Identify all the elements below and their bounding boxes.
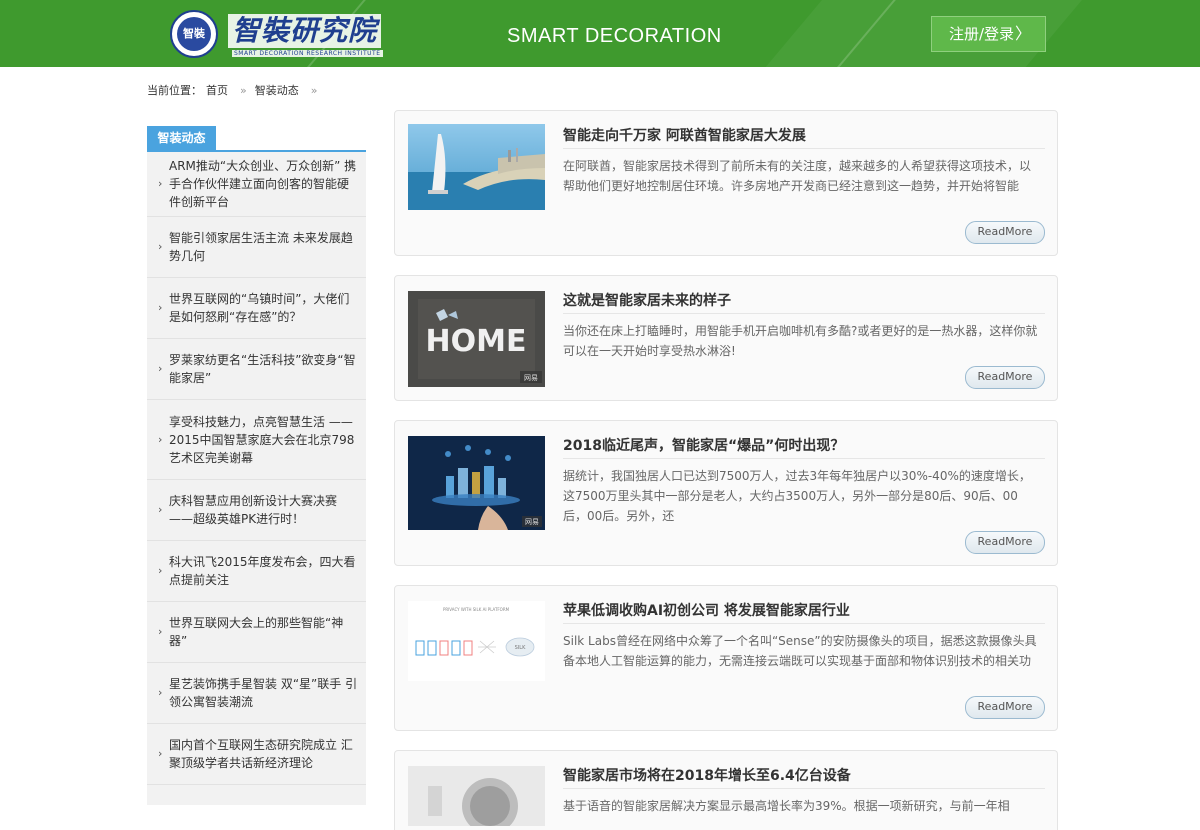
sidebar-news-link[interactable]: 世界互联网大会上的那些智能“神器”	[169, 614, 360, 650]
sidebar-header: 智装动态	[147, 110, 366, 152]
bullet-icon: ›	[158, 240, 163, 253]
sidebar-news-link[interactable]: 国内首个互联网生态研究院成立 汇聚顶级学者共话新经济理论	[169, 736, 360, 772]
article-summary: 据统计，我国独居人口已达到7500万人，过去3年每年独居户以30%-40%的速度…	[563, 469, 1031, 523]
sidebar-news-link[interactable]: 科大讯飞2015年度发布会，四大看点提前关注	[169, 553, 360, 589]
thumbnail-silk-text: SILK	[515, 645, 526, 651]
article-divider	[563, 148, 1045, 149]
bullet-icon: ›	[158, 625, 163, 638]
sidebar-news-item[interactable]: › 庆科智慧应用创新设计大赛决赛 ——超级英雄PK进行时！	[147, 480, 366, 541]
bullet-icon: ›	[158, 564, 163, 577]
sidebar-news-item[interactable]: › 国内首个互联网生态研究院成立 汇聚顶级学者共话新经济理论	[147, 724, 366, 785]
sidebar-news-item[interactable]: › ARM推动“大众创业、万众创新” 携手合作伙伴建立面向创客的智能硬件创新平台	[147, 152, 366, 217]
article-card: 网易 2018临近尾声，智能家居“爆品”何时出现？ 据统计，我国独居人口已达到7…	[394, 420, 1058, 566]
breadcrumb-home-link[interactable]: 首页	[206, 84, 228, 97]
article-title[interactable]: 智能家居市场将在2018年增长至6.4亿台设备	[563, 765, 851, 785]
sidebar-news-link[interactable]: 星艺装饰携手星智装 双“星”联手 引领公寓智装潮流	[169, 675, 360, 711]
sidebar: 智装动态 › ARM推动“大众创业、万众创新” 携手合作伙伴建立面向创客的智能硬件…	[147, 110, 366, 805]
bullet-icon: ›	[158, 686, 163, 699]
breadcrumb-separator-icon: »	[310, 84, 318, 97]
logo-badge-icon: 智裝	[170, 10, 218, 58]
sidebar-news-link[interactable]: 智能引领家居生活主流 未来发展趋势几何	[169, 229, 360, 265]
sidebar-news-item[interactable]: › 世界互联网的“乌镇时间”，大佬们是如何怒刷“存在感”的？	[147, 278, 366, 339]
chevron-right-icon: 〉	[1014, 24, 1031, 43]
sidebar-news-link[interactable]: 罗莱家纺更名“生活科技”欲变身“智能家居”	[169, 351, 360, 387]
article-card: PRIVACY WITH SILK AI PLATFORM SILK 苹果低调收…	[394, 585, 1058, 731]
bullet-icon: ›	[158, 177, 163, 190]
article-thumbnail[interactable]: PRIVACY WITH SILK AI PLATFORM SILK	[408, 601, 545, 681]
readmore-button[interactable]: ReadMore	[965, 221, 1045, 244]
header-decor	[704, 0, 1116, 67]
article-card: HOME 网易 这就是智能家居未来的样子 当你还在床上打瞌睡时，用智能手机开启咖…	[394, 275, 1058, 401]
sidebar-news-link[interactable]: 世界互联网的“乌镇时间”，大佬们是如何怒刷“存在感”的？	[169, 290, 360, 326]
sidebar-news-link[interactable]: ARM推动“大众创业、万众创新” 携手合作伙伴建立面向创客的智能硬件创新平台	[169, 157, 360, 211]
sidebar-news-item[interactable]: › 罗莱家纺更名“生活科技”欲变身“智能家居”	[147, 339, 366, 400]
article-summary: Silk Labs曾经在网络中众筹了一个名叫“Sense”的安防摄像头的项目，据…	[563, 634, 1037, 668]
article-title[interactable]: 智能走向千万家 阿联酋智能家居大发展	[563, 125, 806, 145]
breadcrumb: 当前位置： 首页 » 智装动态 »	[147, 82, 325, 98]
article-card: 智能走向千万家 阿联酋智能家居大发展 在阿联酋，智能家居技术得到了前所未有的关注…	[394, 110, 1058, 256]
sidebar-news-link[interactable]: 庆科智慧应用创新设计大赛决赛 ——超级英雄PK进行时！	[169, 492, 360, 528]
sidebar-heading: 智装动态	[147, 126, 216, 150]
site-header: 智裝 智裝研究院 SMART DECORATION RESEARCH INSTI…	[0, 0, 1200, 67]
thumbnail-home-text: HOME	[426, 324, 527, 359]
sidebar-news-item[interactable]: › 智能引领家居生活主流 未来发展趋势几何	[147, 217, 366, 278]
bullet-icon: ›	[158, 503, 163, 516]
login-register-button[interactable]: 注册/登录 〉	[931, 16, 1046, 52]
bullet-icon: ›	[158, 301, 163, 314]
logo-text: 智裝研究院	[228, 14, 382, 48]
thumbnail-caption: PRIVACY WITH SILK AI PLATFORM	[443, 607, 510, 612]
article-summary: 当你还在床上打瞌睡时，用智能手机开启咖啡机有多酷?或者更好的是一热水器，这样你就…	[563, 324, 1038, 358]
sidebar-news-item[interactable]: › 享受科技魅力，点亮智慧生活 ——2015中国智慧家庭大会在北京798艺术区完美…	[147, 400, 366, 480]
article-summary: 基于语音的智能家居解决方案显示最高增长率为39%。根据一项新研究，与前一年相	[563, 799, 1010, 813]
article-title[interactable]: 苹果低调收购AI初创公司 将发展智能家居行业	[563, 600, 850, 620]
breadcrumb-prefix: 当前位置：	[147, 84, 202, 97]
article-divider	[563, 623, 1045, 624]
header-title: SMART DECORATION	[507, 25, 722, 47]
sidebar-news-item[interactable]: › 世界互联网大会上的那些智能“神器”	[147, 602, 366, 663]
sidebar-news-item[interactable]: › 科大讯飞2015年度发布会，四大看点提前关注	[147, 541, 366, 602]
thumbnail-watermark: 网易	[525, 518, 539, 526]
bullet-icon: ›	[158, 362, 163, 375]
article-card: 智能家居市场将在2018年增长至6.4亿台设备 基于语音的智能家居解决方案显示最…	[394, 750, 1058, 830]
readmore-button[interactable]: ReadMore	[965, 696, 1045, 719]
article-thumbnail[interactable]: HOME 网易	[408, 291, 545, 387]
login-register-label: 注册/登录	[949, 25, 1015, 43]
bullet-icon: ›	[158, 432, 163, 446]
site-logo[interactable]: 智裝 智裝研究院 SMART DECORATION RESEARCH INSTI…	[170, 10, 390, 58]
article-thumbnail[interactable]: 网易	[408, 436, 545, 530]
bullet-icon: ›	[158, 747, 163, 760]
article-divider	[563, 788, 1045, 789]
article-title[interactable]: 2018临近尾声，智能家居“爆品”何时出现？	[563, 435, 844, 455]
sidebar-news-list: › ARM推动“大众创业、万众创新” 携手合作伙伴建立面向创客的智能硬件创新平台 …	[147, 152, 366, 785]
readmore-button[interactable]: ReadMore	[965, 366, 1045, 389]
logo-badge-text: 智裝	[177, 17, 211, 51]
sidebar-news-link[interactable]: 享受科技魅力，点亮智慧生活 ——2015中国智慧家庭大会在北京798艺术区完美谢…	[169, 413, 360, 467]
article-divider	[563, 458, 1045, 459]
sidebar-news-item[interactable]: › 星艺装饰携手星智装 双“星”联手 引领公寓智装潮流	[147, 663, 366, 724]
logo-subtitle: SMART DECORATION RESEARCH INSTITUTE	[232, 50, 383, 57]
article-title[interactable]: 这就是智能家居未来的样子	[563, 290, 731, 310]
article-summary: 在阿联酋，智能家居技术得到了前所未有的关注度，越来越多的人希望获得这项技术，以帮…	[563, 159, 1032, 193]
breadcrumb-current-link[interactable]: 智装动态	[255, 84, 299, 97]
thumbnail-watermark: 网易	[524, 374, 538, 382]
article-divider	[563, 313, 1045, 314]
readmore-button[interactable]: ReadMore	[965, 531, 1045, 554]
article-thumbnail[interactable]	[408, 766, 545, 826]
article-thumbnail[interactable]	[408, 124, 545, 210]
breadcrumb-separator-icon: »	[240, 84, 247, 97]
